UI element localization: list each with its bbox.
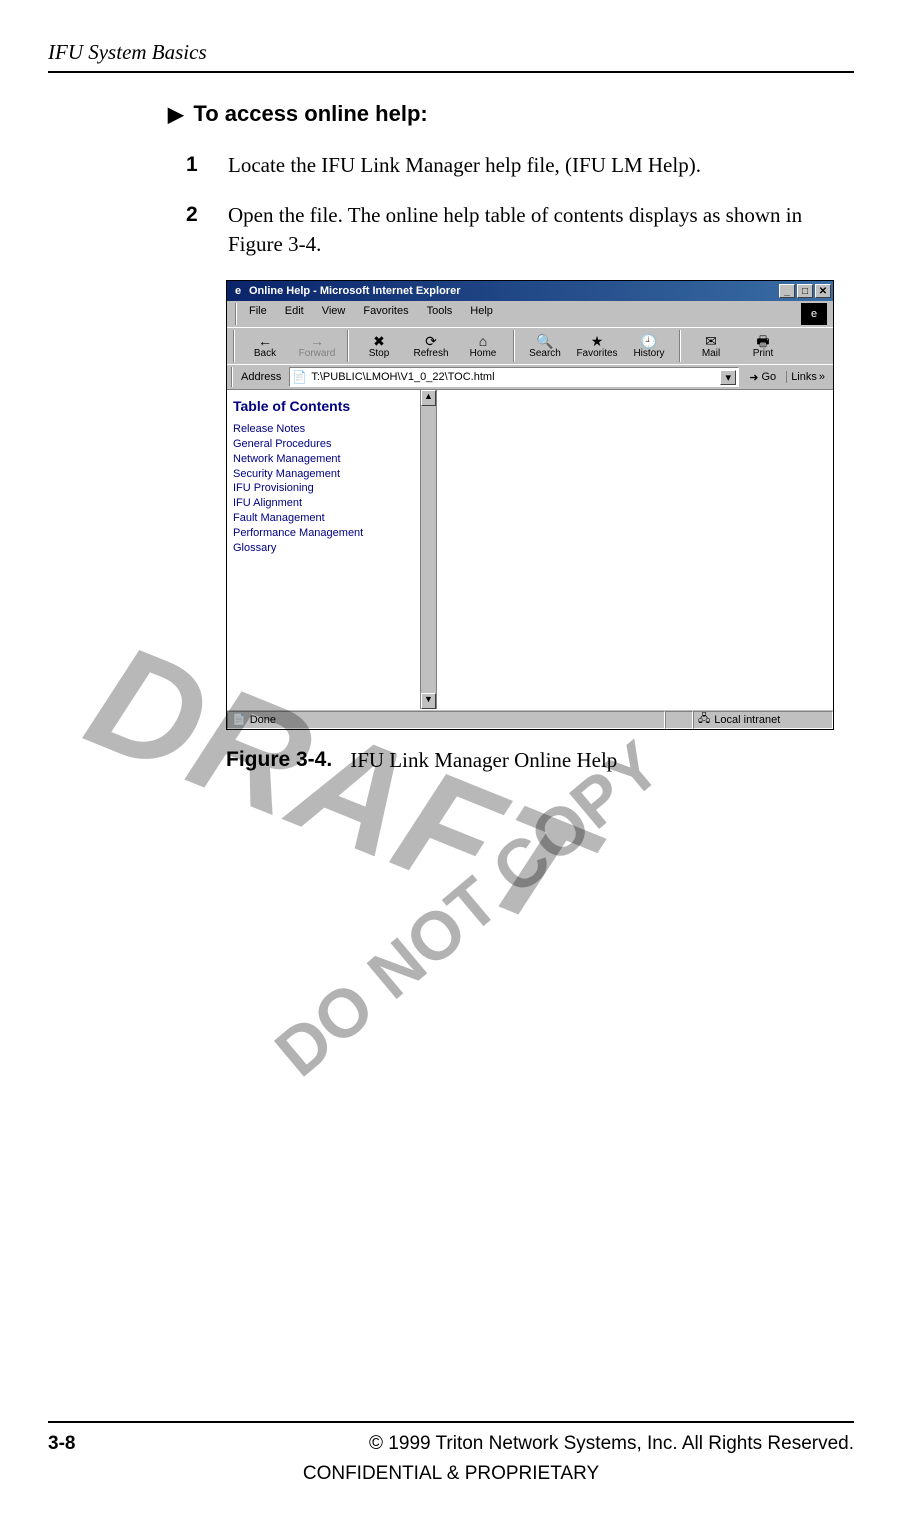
menu-edit[interactable]: Edit bbox=[277, 303, 312, 325]
browser-body: Table of Contents Release Notes General … bbox=[227, 389, 833, 709]
address-value: T:\PUBLIC\LMOH\V1_0_22\TOC.html bbox=[311, 371, 494, 383]
status-bar: 📄 Done 🖧 Local intranet bbox=[227, 709, 833, 729]
procedure-heading: ▶ To access online help: bbox=[168, 101, 854, 127]
menu-help[interactable]: Help bbox=[462, 303, 501, 325]
favorites-button[interactable]: ★Favorites bbox=[571, 332, 623, 361]
figure-title: IFU Link Manager Online Help bbox=[350, 748, 617, 773]
refresh-button[interactable]: ⟳Refresh bbox=[405, 332, 457, 361]
ie-app-icon: e bbox=[231, 284, 245, 298]
step-1: 1 Locate the IFU Link Manager help file,… bbox=[186, 151, 842, 179]
address-dropdown-icon[interactable]: ▾ bbox=[720, 370, 736, 385]
running-header: IFU System Basics bbox=[48, 40, 854, 65]
address-bar: Address 📄 T:\PUBLIC\LMOH\V1_0_22\TOC.htm… bbox=[227, 364, 833, 389]
search-icon: 🔍 bbox=[519, 334, 571, 348]
toc-link-ifu-alignment[interactable]: IFU Alignment bbox=[233, 496, 430, 511]
window-titlebar: e Online Help - Microsoft Internet Explo… bbox=[227, 281, 833, 301]
step-number: 1 bbox=[186, 151, 204, 179]
history-icon: 🕘 bbox=[623, 334, 675, 348]
confidential-line: CONFIDENTIAL & PROPRIETARY bbox=[48, 1463, 854, 1485]
step-text: Locate the IFU Link Manager help file, (… bbox=[228, 151, 701, 179]
toc-link-release-notes[interactable]: Release Notes bbox=[233, 422, 430, 437]
search-button[interactable]: 🔍Search bbox=[519, 332, 571, 361]
toc-link-network-management[interactable]: Network Management bbox=[233, 452, 430, 467]
toc-link-glossary[interactable]: Glossary bbox=[233, 541, 430, 556]
scroll-down-icon[interactable]: ▼ bbox=[421, 693, 436, 709]
menu-favorites[interactable]: Favorites bbox=[355, 303, 416, 325]
toc-heading: Table of Contents bbox=[233, 398, 430, 414]
toc-link-ifu-provisioning[interactable]: IFU Provisioning bbox=[233, 481, 430, 496]
toc-scrollbar[interactable]: ▲ ▼ bbox=[420, 390, 436, 709]
ie-window: e Online Help - Microsoft Internet Explo… bbox=[226, 280, 834, 730]
toc-link-security-management[interactable]: Security Management bbox=[233, 467, 430, 482]
maximize-button[interactable]: □ bbox=[797, 284, 813, 298]
menu-tools[interactable]: Tools bbox=[419, 303, 461, 325]
print-button[interactable]: 🖶Print bbox=[737, 332, 789, 361]
menu-bar: File Edit View Favorites Tools Help e bbox=[227, 301, 833, 327]
stop-button[interactable]: ✖Stop bbox=[353, 332, 405, 361]
go-icon: ➜ bbox=[749, 371, 758, 384]
status-zone: 🖧 Local intranet bbox=[693, 711, 833, 729]
menu-view[interactable]: View bbox=[314, 303, 354, 325]
procedure-title-text: To access online help: bbox=[193, 101, 427, 127]
copyright-line: © 1999 Triton Network Systems, Inc. All … bbox=[369, 1433, 854, 1455]
figure-caption: Figure 3-4. IFU Link Manager Online Help bbox=[226, 748, 836, 773]
page-footer: 3-8 © 1999 Triton Network Systems, Inc. … bbox=[48, 1421, 854, 1485]
step-2: 2 Open the file. The online help table o… bbox=[186, 201, 842, 258]
close-button[interactable]: ✕ bbox=[815, 284, 831, 298]
go-button[interactable]: ➜Go bbox=[743, 371, 782, 384]
back-button[interactable]: ←Back bbox=[239, 332, 291, 361]
mail-icon: ✉ bbox=[685, 334, 737, 348]
stop-icon: ✖ bbox=[353, 334, 405, 348]
intranet-zone-icon: 🖧 bbox=[698, 710, 710, 729]
figure-screenshot: e Online Help - Microsoft Internet Explo… bbox=[226, 280, 836, 773]
html-file-icon: 📄 bbox=[292, 370, 307, 384]
history-button[interactable]: 🕘History bbox=[623, 332, 675, 361]
toc-list: Release Notes General Procedures Network… bbox=[233, 422, 430, 556]
figure-number: Figure 3-4. bbox=[226, 748, 332, 773]
minimize-button[interactable]: _ bbox=[779, 284, 795, 298]
step-number: 2 bbox=[186, 201, 204, 258]
mail-button[interactable]: ✉Mail bbox=[685, 332, 737, 361]
print-icon: 🖶 bbox=[737, 334, 789, 348]
links-toolbar[interactable]: Links» bbox=[786, 371, 829, 383]
address-label: Address bbox=[237, 371, 285, 383]
toc-pane: Table of Contents Release Notes General … bbox=[227, 390, 437, 709]
scroll-up-icon[interactable]: ▲ bbox=[421, 390, 436, 406]
address-input[interactable]: 📄 T:\PUBLIC\LMOH\V1_0_22\TOC.html ▾ bbox=[289, 367, 739, 387]
favorites-icon: ★ bbox=[571, 334, 623, 348]
document-icon: 📄 bbox=[232, 713, 246, 726]
forward-button[interactable]: →Forward bbox=[291, 332, 343, 361]
page-number: 3-8 bbox=[48, 1433, 75, 1455]
ie-logo-icon: e bbox=[801, 303, 827, 325]
toc-link-general-procedures[interactable]: General Procedures bbox=[233, 437, 430, 452]
forward-arrow-icon: → bbox=[291, 334, 343, 348]
menu-file[interactable]: File bbox=[241, 303, 275, 325]
toolbar: ←Back →Forward ✖Stop ⟳Refresh ⌂Home 🔍Sea… bbox=[227, 327, 833, 364]
arrow-icon: ▶ bbox=[168, 102, 183, 127]
step-text: Open the file. The online help table of … bbox=[228, 201, 842, 258]
status-security bbox=[665, 711, 693, 729]
back-arrow-icon: ← bbox=[239, 334, 291, 348]
window-title: Online Help - Microsoft Internet Explore… bbox=[249, 285, 779, 297]
toc-link-performance-management[interactable]: Performance Management bbox=[233, 526, 430, 541]
home-icon: ⌂ bbox=[457, 334, 509, 348]
home-button[interactable]: ⌂Home bbox=[457, 332, 509, 361]
refresh-icon: ⟳ bbox=[405, 334, 457, 348]
content-pane bbox=[437, 390, 833, 709]
status-message: 📄 Done bbox=[227, 711, 665, 729]
toc-link-fault-management[interactable]: Fault Management bbox=[233, 511, 430, 526]
chevron-right-icon: » bbox=[819, 371, 825, 383]
watermark-do-not-copy: DO NOT COPY bbox=[261, 726, 676, 1092]
